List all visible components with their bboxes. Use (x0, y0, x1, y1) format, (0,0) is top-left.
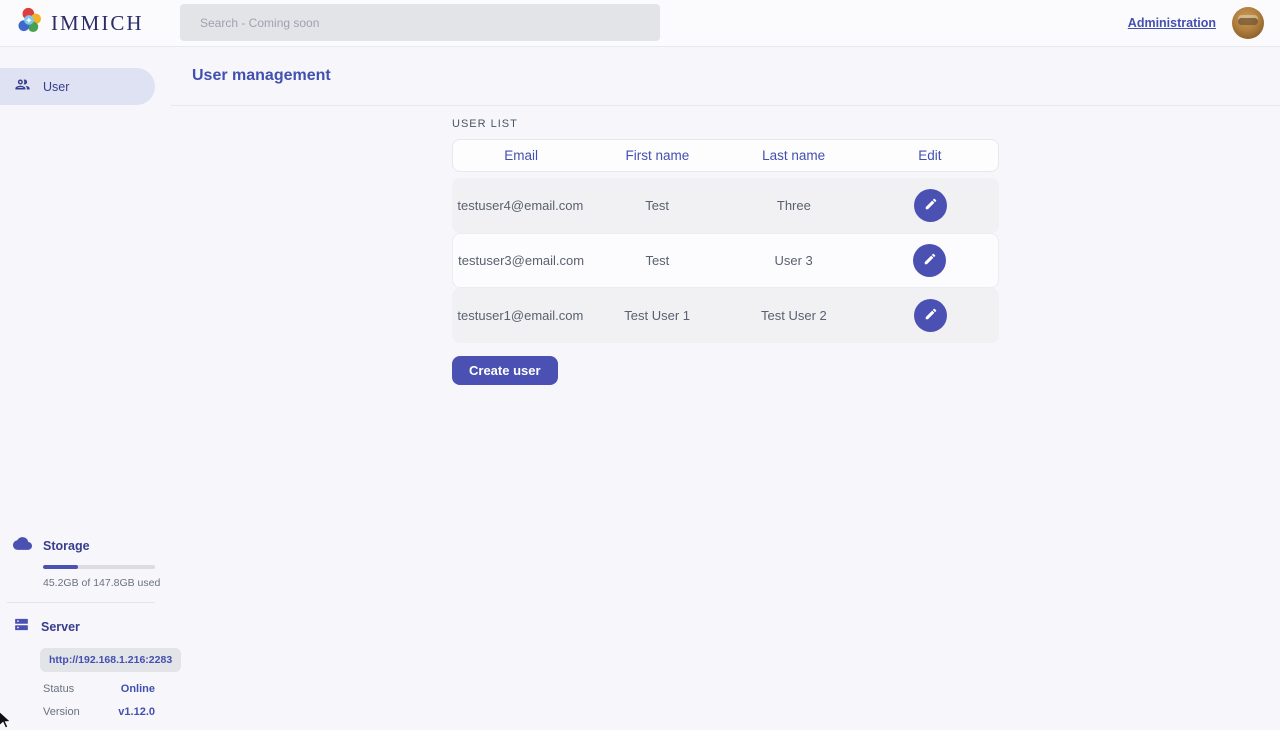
cloud-icon (13, 534, 32, 558)
cell-last-name: Three (726, 198, 863, 213)
storage-progress-fill (43, 565, 78, 569)
page-title: User management (192, 67, 331, 85)
cell-first-name: Test (589, 198, 726, 213)
search-input[interactable] (180, 4, 660, 41)
status-value: Online (121, 683, 155, 695)
cell-email: testuser1@email.com (452, 308, 589, 323)
edit-user-button[interactable] (913, 244, 946, 277)
cell-email: testuser4@email.com (452, 198, 589, 213)
server-version-row: Version v1.12.0 (43, 706, 155, 718)
table-row: testuser3@email.com Test User 3 (452, 233, 999, 288)
sidebar-status-panel: Storage 45.2GB of 147.8GB used Server ht… (0, 534, 171, 718)
table-header-row: Email First name Last name Edit (452, 139, 999, 172)
version-label: Version (43, 706, 80, 718)
edit-user-button[interactable] (914, 189, 947, 222)
server-url-badge: http://192.168.1.216:2283 (40, 648, 181, 672)
cell-first-name: Test (589, 253, 725, 268)
top-bar: ✦ IMMICH Administration (0, 0, 1280, 47)
pencil-icon (924, 197, 938, 214)
sidebar-item-user[interactable]: User (0, 68, 155, 105)
table-row: testuser1@email.com Test User 1 Test Use… (452, 288, 999, 343)
users-group-icon (14, 76, 31, 98)
user-table: Email First name Last name Edit testuser… (452, 139, 999, 343)
storage-progress-bar (43, 565, 155, 569)
sidebar-item-label: User (43, 80, 69, 94)
administration-link[interactable]: Administration (1128, 16, 1216, 30)
column-header-first-name: First name (589, 148, 725, 163)
user-avatar[interactable] (1232, 7, 1264, 39)
app-logo[interactable]: ✦ IMMICH (16, 7, 144, 39)
cell-last-name: User 3 (726, 253, 862, 268)
create-user-button[interactable]: Create user (452, 356, 558, 385)
server-section-header: Server (0, 616, 171, 638)
main-area: User management USER LIST Email First na… (171, 47, 1280, 730)
content: USER LIST Email First name Last name Edi… (171, 106, 1280, 385)
edit-user-button[interactable] (914, 299, 947, 332)
pencil-icon (924, 307, 938, 324)
version-value: v1.12.0 (118, 706, 155, 718)
server-title: Server (41, 620, 80, 634)
sidebar: User Storage 45.2GB of 147.8GB used Serv… (0, 47, 171, 730)
cell-last-name: Test User 2 (726, 308, 863, 323)
cell-first-name: Test User 1 (589, 308, 726, 323)
svg-text:✦: ✦ (25, 15, 33, 25)
server-icon (13, 616, 30, 638)
user-list-label: USER LIST (452, 118, 1280, 130)
storage-section-header: Storage (0, 534, 171, 558)
server-status-row: Status Online (43, 683, 155, 695)
cell-email: testuser3@email.com (453, 253, 589, 268)
main-header: User management (171, 47, 1280, 106)
column-header-edit: Edit (862, 148, 998, 163)
status-label: Status (43, 683, 74, 695)
column-header-email: Email (453, 148, 589, 163)
sidebar-divider (7, 602, 155, 603)
column-header-last-name: Last name (726, 148, 862, 163)
storage-title: Storage (43, 539, 90, 553)
table-body: testuser4@email.com Test Three (452, 178, 999, 343)
storage-usage-text: 45.2GB of 147.8GB used (43, 577, 171, 589)
immich-flower-icon: ✦ (16, 7, 43, 39)
pencil-icon (923, 252, 937, 269)
table-row: testuser4@email.com Test Three (452, 178, 999, 233)
logo-text: IMMICH (51, 11, 144, 36)
